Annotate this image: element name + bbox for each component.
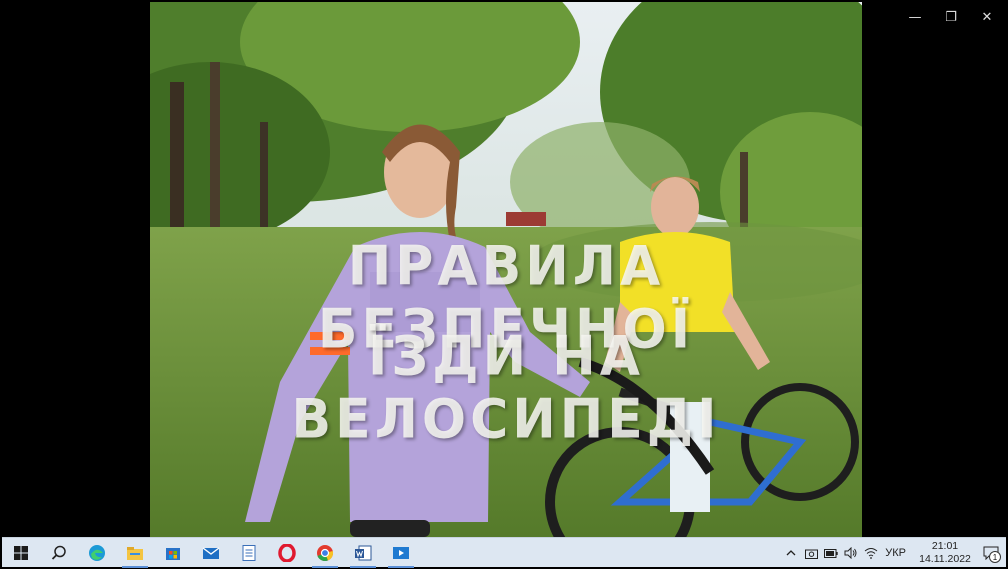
word-icon: [355, 545, 372, 560]
language-indicator[interactable]: УКР: [885, 547, 906, 559]
taskbar-edge[interactable]: [78, 538, 116, 568]
desktop-screen: ПРАВИЛА БЕЗПЕЧНОЇ ЇЗДИ НА ВЕЛОСИПЕДІ — ❐…: [0, 0, 1008, 569]
file-explorer-icon: [127, 546, 143, 560]
clock[interactable]: 21:01 14.11.2022: [914, 540, 976, 566]
taskbar-store[interactable]: [154, 538, 192, 568]
taskbar: УКР 21:01 14.11.2022 1: [2, 537, 1006, 568]
volume-icon: [844, 547, 857, 559]
opera-browser-icon: [278, 543, 296, 562]
search-button[interactable]: [40, 538, 78, 568]
chevron-up-icon: [786, 550, 796, 556]
document-icon: [242, 544, 256, 561]
mail-icon: [202, 546, 220, 559]
edge-browser-icon: [89, 544, 105, 561]
tray-item-battery[interactable]: [821, 538, 841, 568]
minimize-button[interactable]: —: [900, 6, 930, 28]
close-button[interactable]: ✕: [972, 6, 1002, 28]
tray-item-network[interactable]: [861, 538, 881, 568]
taskbar-file-explorer[interactable]: [116, 538, 154, 568]
maximize-button[interactable]: ❐: [936, 6, 966, 28]
notification-count-badge: 1: [989, 551, 1001, 563]
video-frame[interactable]: ПРАВИЛА БЕЗПЕЧНОЇ ЇЗДИ НА ВЕЛОСИПЕДІ: [150, 2, 862, 537]
taskbar-opera[interactable]: [268, 538, 306, 568]
action-center-button[interactable]: 1: [976, 538, 1006, 568]
taskbar-document[interactable]: [230, 538, 268, 568]
chrome-browser-icon: [317, 544, 334, 561]
video-title-line-2: ЇЗДИ НА ВЕЛОСИПЕДІ: [291, 325, 721, 451]
windows-start-icon: [14, 545, 28, 560]
taskbar-media-player[interactable]: [382, 538, 420, 568]
taskbar-word[interactable]: [344, 538, 382, 568]
video-player-window: ПРАВИЛА БЕЗПЕЧНОЇ ЇЗДИ НА ВЕЛОСИПЕДІ — ❐…: [2, 2, 1006, 537]
clock-time: 21:01: [931, 540, 959, 552]
wifi-icon: [864, 548, 878, 559]
taskbar-mail[interactable]: [192, 538, 230, 568]
battery-icon: [824, 548, 838, 558]
tray-item-volume[interactable]: [841, 538, 861, 568]
clock-date: 14.11.2022: [919, 553, 971, 565]
start-button[interactable]: [2, 538, 40, 568]
microsoft-store-icon: [166, 547, 180, 560]
taskbar-chrome[interactable]: [306, 538, 344, 568]
camera-icon: [804, 549, 818, 559]
tray-item-camera[interactable]: [801, 538, 821, 568]
search-icon: [51, 545, 66, 560]
system-tray: УКР 21:01 14.11.2022 1: [781, 538, 1006, 568]
media-player-icon: [393, 546, 409, 559]
show-hidden-icons-button[interactable]: [781, 538, 801, 568]
